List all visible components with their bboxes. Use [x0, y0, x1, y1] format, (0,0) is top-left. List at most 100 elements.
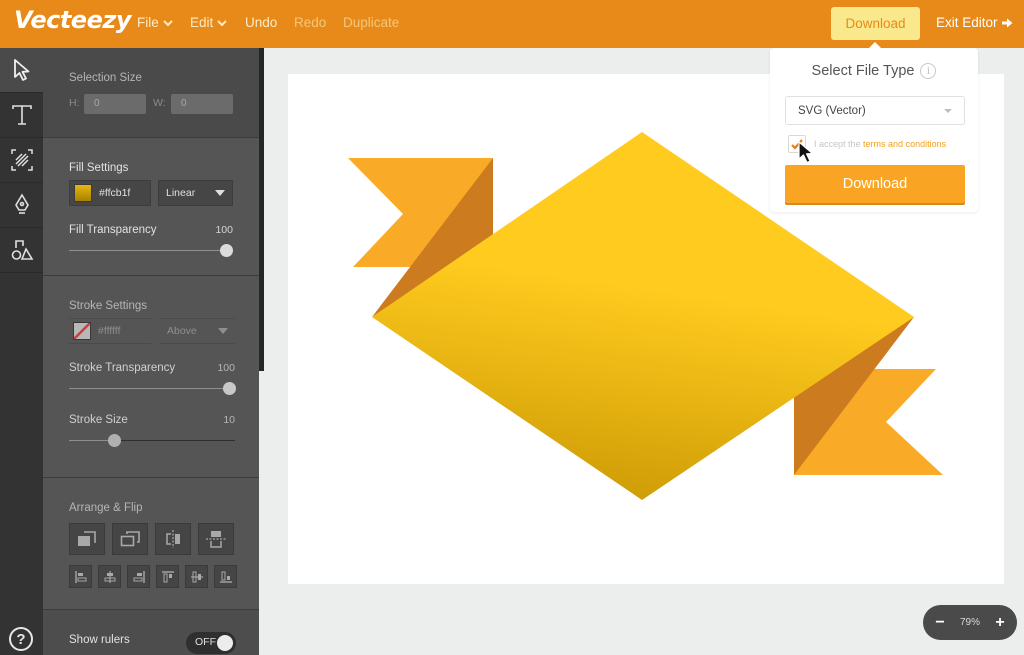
- select-file-type-label: Select File Type: [811, 63, 915, 79]
- text-tool[interactable]: [0, 93, 43, 138]
- align-left-icon: [74, 570, 86, 583]
- selection-size-section: Selection Size H: 0 W: 0: [43, 48, 259, 138]
- shapes-icon: [11, 240, 33, 260]
- toggle-state-label: OFF: [195, 636, 216, 648]
- zoom-out-button[interactable]: −: [933, 614, 947, 632]
- align-right-icon: [133, 570, 145, 583]
- height-label: H:: [69, 97, 80, 109]
- panel-scrollbar[interactable]: [259, 48, 264, 371]
- caret-down-icon: [218, 328, 228, 334]
- zoom-in-button[interactable]: +: [993, 614, 1007, 632]
- show-rulers-label: Show rulers: [69, 634, 130, 646]
- duplicate-button[interactable]: Duplicate: [343, 15, 399, 30]
- arrange-flip-section: Arrange & Flip: [43, 478, 259, 610]
- accept-prefix: I accept the: [814, 139, 861, 149]
- flip-horizontal-button[interactable]: [155, 523, 191, 555]
- fill-settings-title: Fill Settings: [69, 162, 129, 174]
- info-icon[interactable]: i: [920, 63, 937, 80]
- download-button[interactable]: Download: [785, 165, 965, 203]
- width-label: W:: [153, 97, 166, 109]
- file-menu[interactable]: File: [137, 15, 173, 30]
- fill-settings-section: Fill Settings #ffcb1f Linear Fill Transp…: [43, 138, 259, 276]
- align-middle-button[interactable]: [185, 565, 208, 588]
- stroke-size-label: Stroke Size: [69, 414, 128, 426]
- popup-title: Select File Type i: [770, 63, 978, 80]
- fill-color-swatch: [74, 184, 92, 202]
- align-middle-vertical-icon: [190, 571, 203, 582]
- show-rulers-toggle[interactable]: OFF: [186, 632, 236, 654]
- stroke-size-slider[interactable]: [69, 434, 235, 448]
- fill-type-value: Linear: [166, 187, 196, 199]
- align-center-button[interactable]: [98, 565, 121, 588]
- caret-down-icon: [215, 190, 225, 196]
- stroke-color-hex: #ffffff: [98, 325, 121, 337]
- stroke-size-value: 10: [223, 414, 235, 426]
- send-backward-button[interactable]: [112, 523, 148, 555]
- slider-thumb[interactable]: [220, 244, 233, 257]
- slider-thumb[interactable]: [223, 382, 236, 395]
- redo-label: Redo: [294, 15, 327, 30]
- slider-fill: [69, 388, 229, 389]
- height-input[interactable]: 0: [84, 94, 146, 114]
- zoom-level: 79%: [959, 617, 980, 628]
- fill-transparency-value: 100: [215, 224, 233, 236]
- fill-color-picker[interactable]: #ffcb1f: [69, 180, 151, 206]
- pattern-icon: [10, 149, 33, 171]
- flip-vertical-button[interactable]: [198, 523, 234, 555]
- slider-thumb[interactable]: [107, 434, 121, 447]
- mouse-cursor-icon: [798, 141, 814, 164]
- edit-menu[interactable]: Edit: [190, 15, 227, 30]
- zoom-control: − 79% +: [923, 605, 1017, 640]
- exit-editor-button[interactable]: Exit Editor: [936, 15, 1013, 30]
- pattern-tool[interactable]: [0, 138, 43, 183]
- pen-tool[interactable]: [0, 183, 43, 228]
- flip-vertical-icon: [206, 531, 226, 548]
- caret-down-icon: [944, 108, 952, 113]
- bring-forward-button[interactable]: [69, 523, 105, 555]
- terms-link[interactable]: terms and conditions: [863, 139, 946, 149]
- chevron-down-icon: [217, 19, 227, 26]
- fill-type-select[interactable]: Linear: [158, 180, 233, 206]
- stroke-color-picker[interactable]: #ffffff: [69, 318, 151, 344]
- flip-horizontal-icon: [166, 530, 180, 548]
- arrow-cursor-icon: [13, 59, 29, 81]
- align-top-button[interactable]: [156, 565, 179, 588]
- align-right-button[interactable]: [127, 565, 150, 588]
- file-type-value: SVG (Vector): [798, 104, 866, 117]
- stroke-settings-title: Stroke Settings: [69, 300, 147, 312]
- width-input[interactable]: 0: [171, 94, 233, 114]
- stroke-transparency-label: Stroke Transparency: [69, 362, 176, 374]
- file-menu-label: File: [137, 15, 159, 30]
- no-stroke-swatch-icon: [73, 322, 91, 340]
- shapes-tool[interactable]: [0, 228, 43, 273]
- redo-button[interactable]: Redo: [294, 15, 326, 30]
- edit-menu-label: Edit: [190, 15, 214, 30]
- file-type-select[interactable]: SVG (Vector): [785, 96, 965, 125]
- header-download-button[interactable]: Download: [831, 7, 920, 40]
- align-left-button[interactable]: [69, 565, 92, 588]
- stroke-position-select[interactable]: Above: [160, 318, 235, 344]
- properties-panel: Selection Size H: 0 W: 0 Fill Settings #…: [43, 48, 259, 655]
- stroke-transparency-value: 100: [217, 362, 235, 374]
- arrange-flip-title: Arrange & Flip: [69, 502, 143, 514]
- undo-button[interactable]: Undo: [245, 15, 277, 30]
- undo-label: Undo: [245, 15, 278, 30]
- bring-forward-icon: [78, 531, 96, 546]
- download-popup: Select File Type i SVG (Vector) I accept …: [770, 48, 978, 212]
- send-backward-icon: [120, 531, 140, 547]
- align-bottom-icon: [219, 571, 232, 583]
- accept-terms-text: I accept the terms and conditions: [814, 139, 946, 149]
- arrow-right-icon: [1001, 18, 1013, 27]
- slider-fill: [69, 250, 226, 251]
- vecteezy-logo[interactable]: Vecteezy: [14, 6, 131, 34]
- align-bottom-button[interactable]: [214, 565, 237, 588]
- selection-size-title: Selection Size: [69, 72, 142, 84]
- stroke-position-value: Above: [167, 325, 197, 337]
- align-center-horizontal-icon: [104, 570, 115, 583]
- fill-transparency-label: Fill Transparency: [69, 224, 157, 236]
- select-tool[interactable]: [0, 48, 43, 93]
- fill-transparency-slider[interactable]: [69, 244, 233, 258]
- top-header: Vecteezy File Edit Undo Redo Duplicate D…: [0, 0, 1024, 48]
- help-button[interactable]: ?: [9, 627, 33, 651]
- stroke-transparency-slider[interactable]: [69, 382, 236, 396]
